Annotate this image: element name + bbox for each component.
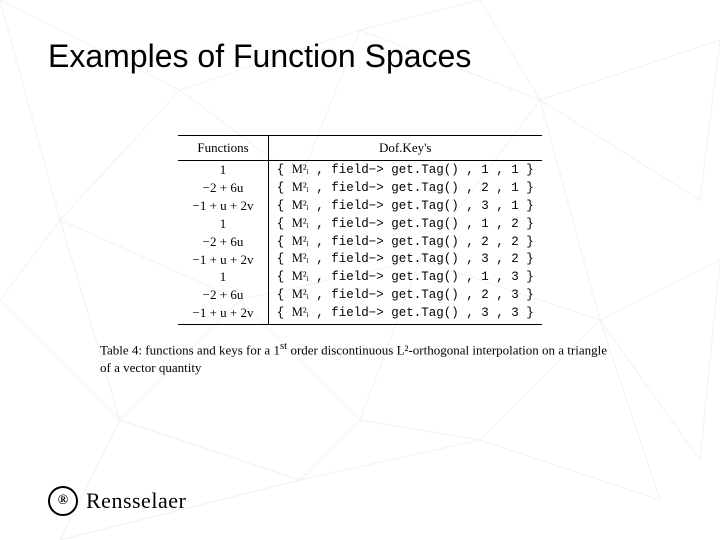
table-row: −2 + 6u{ M²ᵢ , field−> get.Tag() , 2 , 1… [178, 179, 541, 197]
table-row: −1 + u + 2v{ M²ᵢ , field−> get.Tag() , 3… [178, 250, 541, 268]
table-row: 1{ M²ᵢ , field−> get.Tag() , 1 , 2 } [178, 215, 541, 233]
dofkey-cell: { M²ᵢ , field−> get.Tag() , 3 , 3 } [268, 304, 541, 324]
function-cell: 1 [178, 215, 268, 233]
logo-text: Rensselaer [86, 488, 186, 514]
function-cell: −2 + 6u [178, 179, 268, 197]
function-cell: −2 + 6u [178, 286, 268, 304]
function-cell: 1 [178, 161, 268, 179]
col-functions: Functions [178, 136, 268, 161]
function-cell: 1 [178, 268, 268, 286]
dofkey-cell: { M²ᵢ , field−> get.Tag() , 3 , 1 } [268, 197, 541, 215]
table-row: −1 + u + 2v{ M²ᵢ , field−> get.Tag() , 3… [178, 304, 541, 324]
dofkey-cell: { M²ᵢ , field−> get.Tag() , 2 , 2 } [268, 233, 541, 251]
slide-title: Examples of Function Spaces [48, 38, 672, 75]
col-dofkeys: Dof.Key's [268, 136, 541, 161]
dofkey-cell: { M²ᵢ , field−> get.Tag() , 1 , 3 } [268, 268, 541, 286]
table-row: 1{ M²ᵢ , field−> get.Tag() , 1 , 3 } [178, 268, 541, 286]
table-row: −1 + u + 2v{ M²ᵢ , field−> get.Tag() , 3… [178, 197, 541, 215]
dofkey-cell: { M²ᵢ , field−> get.Tag() , 1 , 2 } [268, 215, 541, 233]
dofkey-cell: { M²ᵢ , field−> get.Tag() , 3 , 2 } [268, 250, 541, 268]
logo-seal-icon: ® [48, 486, 78, 516]
table-row: 1{ M²ᵢ , field−> get.Tag() , 1 , 1 } [178, 161, 541, 179]
function-space-table: Functions Dof.Key's 1{ M²ᵢ , field−> get… [178, 135, 541, 325]
rensselaer-logo: ® Rensselaer [48, 486, 186, 516]
table-row: −2 + 6u{ M²ᵢ , field−> get.Tag() , 2 , 2… [178, 233, 541, 251]
dofkey-cell: { M²ᵢ , field−> get.Tag() , 1 , 1 } [268, 161, 541, 179]
dofkey-cell: { M²ᵢ , field−> get.Tag() , 2 , 1 } [268, 179, 541, 197]
function-cell: −1 + u + 2v [178, 197, 268, 215]
table-caption: Table 4: functions and keys for a 1st or… [100, 339, 620, 376]
function-cell: −1 + u + 2v [178, 250, 268, 268]
function-cell: −2 + 6u [178, 233, 268, 251]
dofkey-cell: { M²ᵢ , field−> get.Tag() , 2 , 3 } [268, 286, 541, 304]
table-row: −2 + 6u{ M²ᵢ , field−> get.Tag() , 2 , 3… [178, 286, 541, 304]
function-cell: −1 + u + 2v [178, 304, 268, 324]
